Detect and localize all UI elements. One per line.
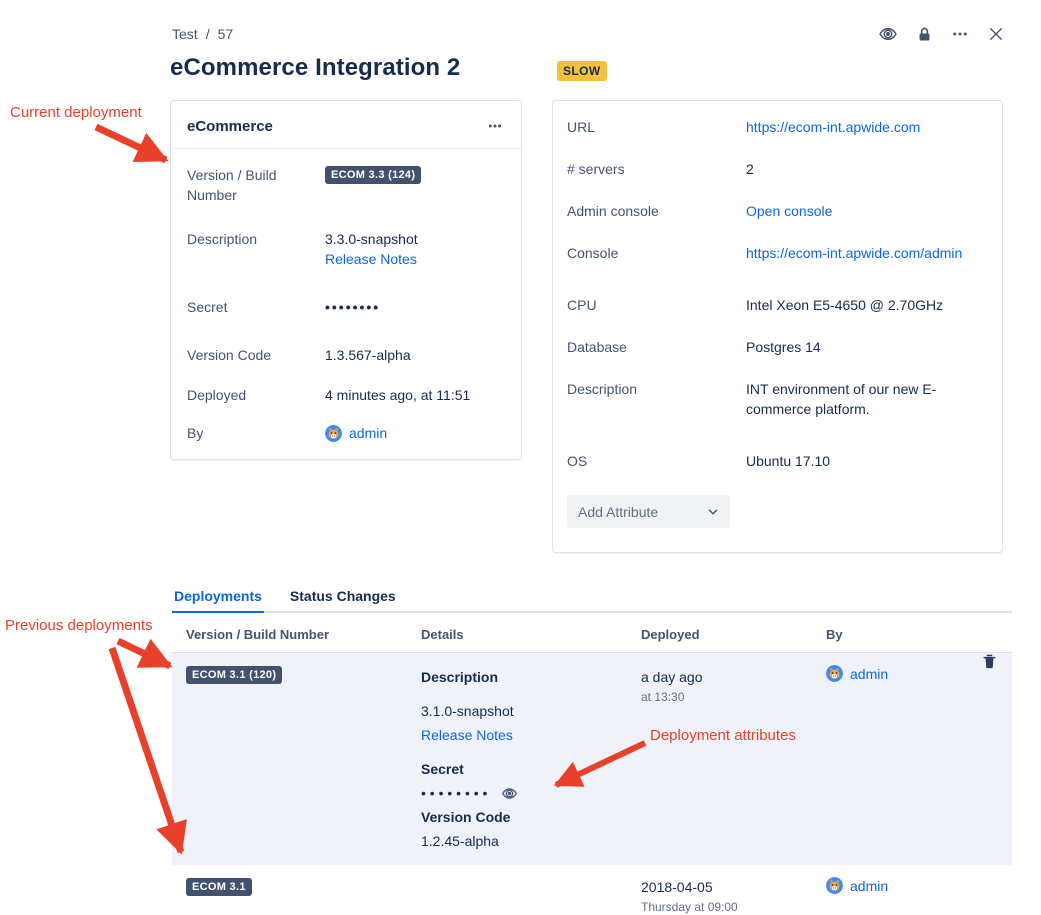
attr-label-servers: # servers <box>567 159 746 179</box>
row1-version-badge: ECOM 3.1 (120) <box>186 666 282 684</box>
secret-value: •••••••• <box>325 297 505 317</box>
more-icon[interactable] <box>950 24 970 44</box>
table-header-row: Version / Build Number Details Deployed … <box>172 618 1012 653</box>
attr-label-os: OS <box>567 451 746 471</box>
attr-label-database: Database <box>567 337 746 357</box>
deployments-table: Version / Build Number Details Deployed … <box>172 618 1012 915</box>
deployed-value: 4 minutes ago, at 11:51 <box>325 385 505 405</box>
chevron-down-icon <box>706 505 720 519</box>
row1-deployed-sub: at 13:30 <box>641 689 826 705</box>
attr-value-servers: 2 <box>746 159 988 179</box>
attr-label-cpu: CPU <box>567 295 746 315</box>
attr-label-console: Console <box>567 243 746 263</box>
avatar <box>826 877 843 894</box>
annotation-previous-deployments: Previous deployments <box>5 617 153 634</box>
row1-secret-label: Secret <box>421 759 641 779</box>
attr-value-url-link[interactable]: https://ecom-int.apwide.com <box>746 119 920 135</box>
topbar-actions <box>878 24 1006 44</box>
version-build-label: Version / Build Number <box>187 165 325 205</box>
row1-deployed: a day ago <box>641 667 826 687</box>
attr-value-database: Postgres 14 <box>746 337 988 357</box>
secret-label: Secret <box>187 297 325 317</box>
deployed-label: Deployed <box>187 385 325 405</box>
reveal-secret-eye-icon[interactable] <box>501 785 518 802</box>
tab-status-changes[interactable]: Status Changes <box>288 588 398 613</box>
annotation-current-deployment: Current deployment <box>10 104 142 121</box>
tab-bar: Deployments Status Changes <box>172 588 1012 613</box>
deployment-card-title: eCommerce <box>187 118 273 135</box>
avatar <box>325 425 342 442</box>
row1-version-code-value: 1.2.45-alpha <box>421 831 641 851</box>
row1-version-code-label: Version Code <box>421 807 641 827</box>
attr-label-description: Description <box>567 379 746 419</box>
attr-value-description: INT environment of our new E-commerce pl… <box>746 379 988 419</box>
table-row: ECOM 3.1 2018-04-05 Thursday at 09:00 ad… <box>172 865 1012 915</box>
row2-by-user-link[interactable]: admin <box>850 878 888 894</box>
col-header-deployed: Deployed <box>641 627 826 642</box>
breadcrumb: Test / 57 <box>172 26 233 42</box>
add-attribute-select[interactable]: Add Attribute <box>567 495 730 528</box>
table-row: ECOM 3.1 (120) Description 3.1.0-snapsho… <box>172 653 1012 865</box>
page-title: eCommerce Integration 2 <box>170 54 460 82</box>
annotation-deployment-attributes: Deployment attributes <box>650 727 796 744</box>
attr-label-admin-console: Admin console <box>567 201 746 221</box>
version-code-label: Version Code <box>187 345 325 365</box>
close-icon[interactable] <box>986 24 1006 44</box>
tab-deployments[interactable]: Deployments <box>172 588 264 613</box>
row1-by-user-link[interactable]: admin <box>850 666 888 682</box>
avatar <box>826 665 843 682</box>
breadcrumb-category[interactable]: Test <box>172 26 198 42</box>
breadcrumb-item: 57 <box>218 26 234 42</box>
attr-value-os: Ubuntu 17.10 <box>746 451 988 471</box>
col-header-details: Details <box>421 627 641 642</box>
attr-value-open-console-link[interactable]: Open console <box>746 203 832 219</box>
watch-icon[interactable] <box>878 24 898 44</box>
version-code-value: 1.3.567-alpha <box>325 345 505 365</box>
delete-deployment-icon[interactable] <box>981 657 998 673</box>
row2-deployed-sub: Thursday at 09:00 <box>641 899 826 915</box>
row1-release-notes-link[interactable]: Release Notes <box>421 727 513 743</box>
description-label: Description <box>187 229 325 269</box>
card-more-icon[interactable] <box>485 116 505 136</box>
row1-description-value: 3.1.0-snapshot <box>421 701 641 721</box>
attributes-card: URL https://ecom-int.apwide.com # server… <box>552 100 1003 553</box>
breadcrumb-separator: / <box>206 26 210 42</box>
attr-label-url: URL <box>567 117 746 137</box>
col-header-by: By <box>826 627 981 642</box>
status-badge: SLOW <box>557 61 607 81</box>
attr-value-cpu: Intel Xeon E5-4650 @ 2.70GHz <box>746 295 988 315</box>
description-value: 3.3.0-snapshot <box>325 229 505 249</box>
row1-description-label: Description <box>421 667 641 687</box>
attr-value-console-link[interactable]: https://ecom-int.apwide.com/admin <box>746 245 962 261</box>
deployed-by-user-link[interactable]: admin <box>349 423 387 443</box>
by-label: By <box>187 423 325 443</box>
col-header-version: Version / Build Number <box>172 627 421 642</box>
lock-icon[interactable] <box>914 24 934 44</box>
row1-secret-value: • • • • • • • • <box>421 783 487 803</box>
row2-version-badge: ECOM 3.1 <box>186 878 252 896</box>
version-badge: ECOM 3.3 (124) <box>325 166 421 184</box>
current-deployment-card: eCommerce Version / Build Number ECOM 3.… <box>170 100 522 460</box>
release-notes-link[interactable]: Release Notes <box>325 251 417 267</box>
add-attribute-placeholder: Add Attribute <box>578 504 658 520</box>
row2-deployed: 2018-04-05 <box>641 877 826 897</box>
